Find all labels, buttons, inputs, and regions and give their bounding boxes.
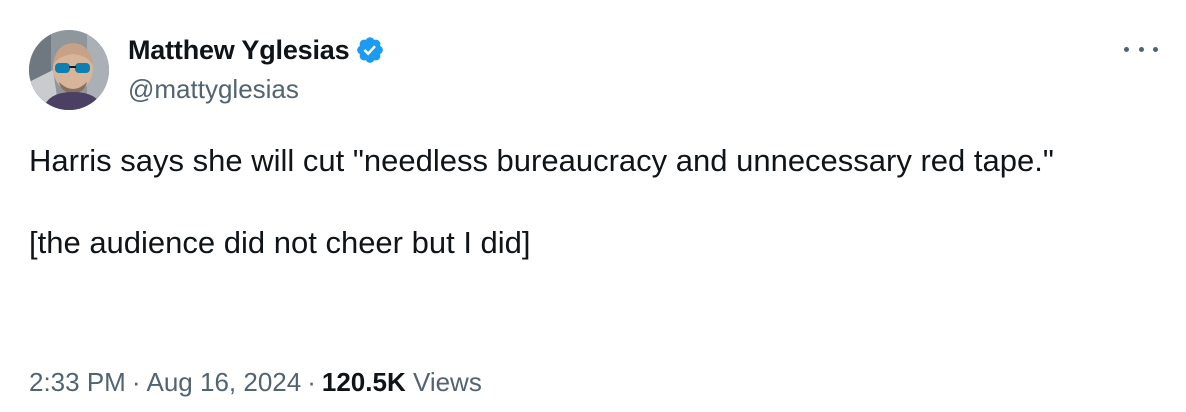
- views-label: Views: [412, 367, 482, 397]
- verified-badge-icon[interactable]: [355, 35, 385, 65]
- meta-separator: ·: [131, 367, 141, 397]
- more-options-icon[interactable]: [1124, 36, 1158, 62]
- name-row: Matthew Yglesias: [128, 33, 385, 67]
- avatar-image: [29, 30, 109, 110]
- author-info: Matthew Yglesias @mattyglesias: [128, 33, 385, 105]
- user-handle[interactable]: @mattyglesias: [128, 73, 385, 105]
- tweet-paragraph: Harris says she will cut "needless burea…: [29, 143, 1054, 178]
- more-dot: [1138, 46, 1144, 52]
- views-count: 120.5K: [321, 367, 406, 397]
- tweet-time[interactable]: 2:33 PM: [29, 367, 126, 397]
- meta-separator: ·: [307, 367, 316, 397]
- display-name[interactable]: Matthew Yglesias: [128, 33, 350, 67]
- avatar[interactable]: [29, 30, 109, 110]
- more-dot: [1153, 46, 1158, 52]
- tweet: Matthew Yglesias @mattyglesias Harris sa…: [0, 0, 1186, 412]
- tweet-paragraph: [the audience did not cheer but I did]: [29, 225, 531, 260]
- tweet-date[interactable]: Aug 16, 2024: [147, 367, 302, 397]
- more-dot: [1124, 46, 1129, 52]
- tweet-meta: 2:33 PM · Aug 16, 2024 · 120.5K Views: [29, 366, 482, 398]
- tweet-text: Harris says she will cut "needless burea…: [29, 140, 1139, 263]
